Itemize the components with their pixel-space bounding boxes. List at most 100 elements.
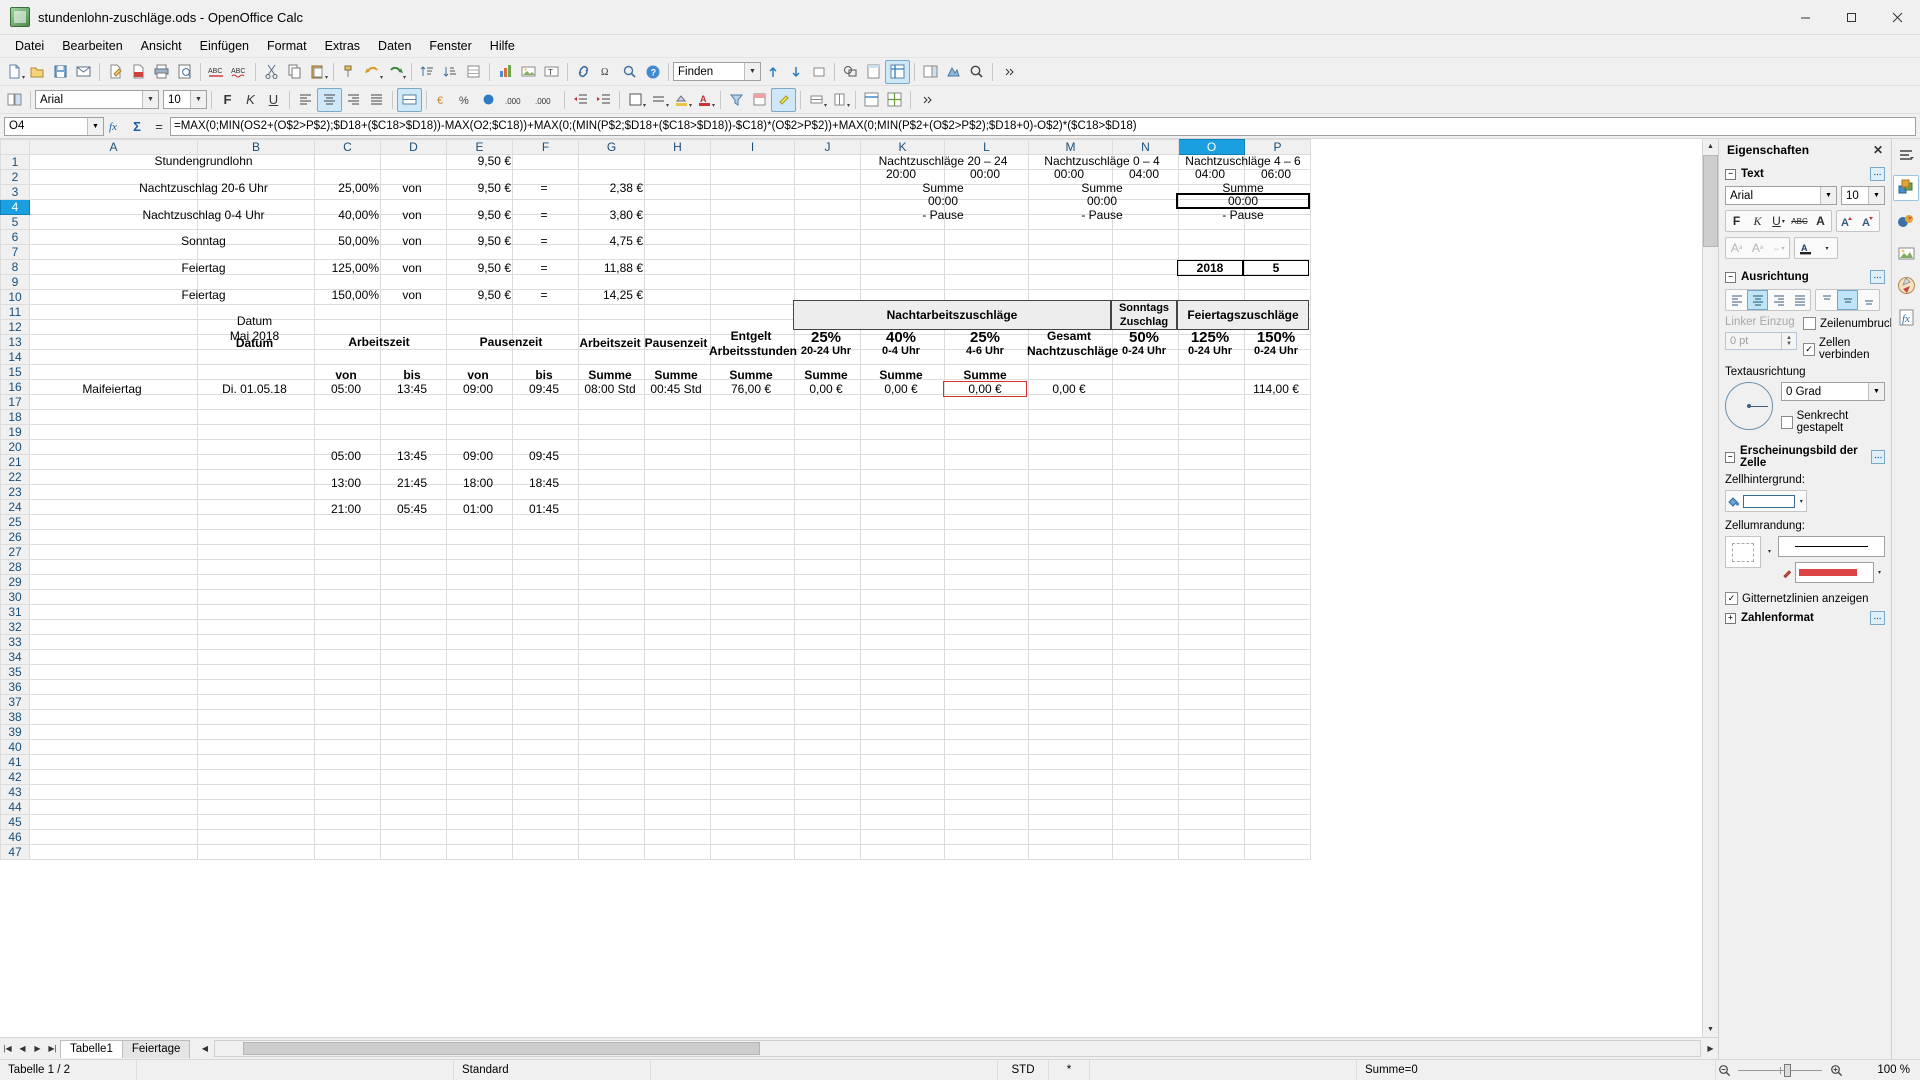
- cell-H21[interactable]: [645, 455, 711, 470]
- cell-G2[interactable]: [579, 170, 645, 185]
- cell-O39[interactable]: [1179, 725, 1245, 740]
- cell-G33[interactable]: [579, 635, 645, 650]
- cell-N1[interactable]: [1113, 155, 1179, 170]
- column-header-O[interactable]: O: [1179, 140, 1245, 155]
- cell-H25[interactable]: [645, 515, 711, 530]
- cell-A9[interactable]: [30, 275, 198, 290]
- cell-D7[interactable]: [381, 245, 447, 260]
- cell-M39[interactable]: [1029, 725, 1113, 740]
- cell-K32[interactable]: [861, 620, 945, 635]
- cell-N27[interactable]: [1113, 545, 1179, 560]
- open-document-icon[interactable]: [26, 61, 49, 83]
- cell-I40[interactable]: [711, 740, 795, 755]
- cell-O45[interactable]: [1179, 815, 1245, 830]
- cell-O32[interactable]: [1179, 620, 1245, 635]
- cell-O44[interactable]: [1179, 800, 1245, 815]
- cell-M31[interactable]: [1029, 605, 1113, 620]
- cell-B39[interactable]: [198, 725, 315, 740]
- cell-E36[interactable]: [447, 680, 513, 695]
- cell-M17[interactable]: [1029, 395, 1113, 410]
- cell-C42[interactable]: [315, 770, 381, 785]
- cell-O40[interactable]: [1179, 740, 1245, 755]
- cell-D41[interactable]: [381, 755, 447, 770]
- row-header-3[interactable]: 3: [1, 185, 30, 200]
- cell-L45[interactable]: [945, 815, 1029, 830]
- save-icon[interactable]: [49, 61, 72, 83]
- cell-D39[interactable]: [381, 725, 447, 740]
- cell-G23[interactable]: [579, 485, 645, 500]
- cell-J44[interactable]: [795, 800, 861, 815]
- insert-columns-icon[interactable]: ▾: [828, 89, 851, 111]
- cell-C36[interactable]: [315, 680, 381, 695]
- cell-G12[interactable]: [579, 320, 645, 335]
- cell-P30[interactable]: [1245, 590, 1311, 605]
- cell-F28[interactable]: [513, 560, 579, 575]
- cell-M36[interactable]: [1029, 680, 1113, 695]
- row-header-40[interactable]: 40: [1, 740, 30, 755]
- cell-N19[interactable]: [1113, 425, 1179, 440]
- cell-N7[interactable]: [1113, 245, 1179, 260]
- cell-B27[interactable]: [198, 545, 315, 560]
- decrease-font-size-button[interactable]: A: [1858, 211, 1879, 231]
- cell-J39[interactable]: [795, 725, 861, 740]
- cell-F20[interactable]: [513, 440, 579, 455]
- character-spacing-button[interactable]: ⇔▾: [1768, 238, 1789, 258]
- cell-D30[interactable]: [381, 590, 447, 605]
- cell-P18[interactable]: [1245, 410, 1311, 425]
- cell-F9[interactable]: [513, 275, 579, 290]
- cell-M33[interactable]: [1029, 635, 1113, 650]
- cell-I9[interactable]: [711, 275, 795, 290]
- cell-B38[interactable]: [198, 710, 315, 725]
- cell-I24[interactable]: [711, 500, 795, 515]
- cell-G25[interactable]: [579, 515, 645, 530]
- cell-L30[interactable]: [945, 590, 1029, 605]
- show-draw-functions-icon[interactable]: [942, 61, 965, 83]
- border-style-picker[interactable]: [1725, 536, 1761, 568]
- sidebar-underline-button[interactable]: U▾: [1768, 211, 1789, 231]
- highlight-icon[interactable]: [771, 88, 796, 112]
- more-options-icon[interactable]: ⋯: [1870, 167, 1885, 181]
- font-name-combo[interactable]: Arial ▼: [35, 90, 159, 109]
- cell-I15[interactable]: [711, 365, 795, 380]
- row-header-43[interactable]: 43: [1, 785, 30, 800]
- cell-G45[interactable]: [579, 815, 645, 830]
- cell-A12[interactable]: [30, 320, 198, 335]
- cell-O18[interactable]: [1179, 410, 1245, 425]
- cell-J42[interactable]: [795, 770, 861, 785]
- cell-L19[interactable]: [945, 425, 1029, 440]
- cell-K25[interactable]: [861, 515, 945, 530]
- cell-P6[interactable]: [1245, 230, 1311, 245]
- cell-G3[interactable]: [579, 185, 645, 200]
- sidebar-shadow-button[interactable]: A: [1810, 211, 1831, 231]
- cell-F36[interactable]: [513, 680, 579, 695]
- sidebar-functions-tab-icon[interactable]: fx: [1894, 305, 1918, 329]
- menu-einfuegen[interactable]: Einfügen: [191, 37, 258, 55]
- cell-L6[interactable]: [945, 230, 1029, 245]
- cell-K3[interactable]: [861, 185, 945, 200]
- zoom-out-icon[interactable]: [1716, 1062, 1732, 1078]
- cell-H12[interactable]: [645, 320, 711, 335]
- cell-N37[interactable]: [1113, 695, 1179, 710]
- cell-K19[interactable]: [861, 425, 945, 440]
- row-header-11[interactable]: 11: [1, 305, 30, 320]
- cell-O43[interactable]: [1179, 785, 1245, 800]
- cell-H18[interactable]: [645, 410, 711, 425]
- row-header-21[interactable]: 21: [1, 455, 30, 470]
- column-header-C[interactable]: C: [315, 140, 381, 155]
- horizontal-scroll-thumb[interactable]: [243, 1042, 760, 1055]
- cell-G30[interactable]: [579, 590, 645, 605]
- cell-M13[interactable]: [1029, 335, 1113, 350]
- cell-N47[interactable]: [1113, 845, 1179, 860]
- expand-icon[interactable]: +: [1725, 613, 1736, 624]
- cell-O46[interactable]: [1179, 830, 1245, 845]
- cell-N44[interactable]: [1113, 800, 1179, 815]
- find-all-icon[interactable]: [807, 61, 830, 83]
- cell-M22[interactable]: [1029, 470, 1113, 485]
- cell-M9[interactable]: [1029, 275, 1113, 290]
- cell-K40[interactable]: [861, 740, 945, 755]
- cell-C9[interactable]: [315, 275, 381, 290]
- more-options-icon[interactable]: ⋯: [1870, 611, 1885, 625]
- cell-D32[interactable]: [381, 620, 447, 635]
- cell-L39[interactable]: [945, 725, 1029, 740]
- row-header-36[interactable]: 36: [1, 680, 30, 695]
